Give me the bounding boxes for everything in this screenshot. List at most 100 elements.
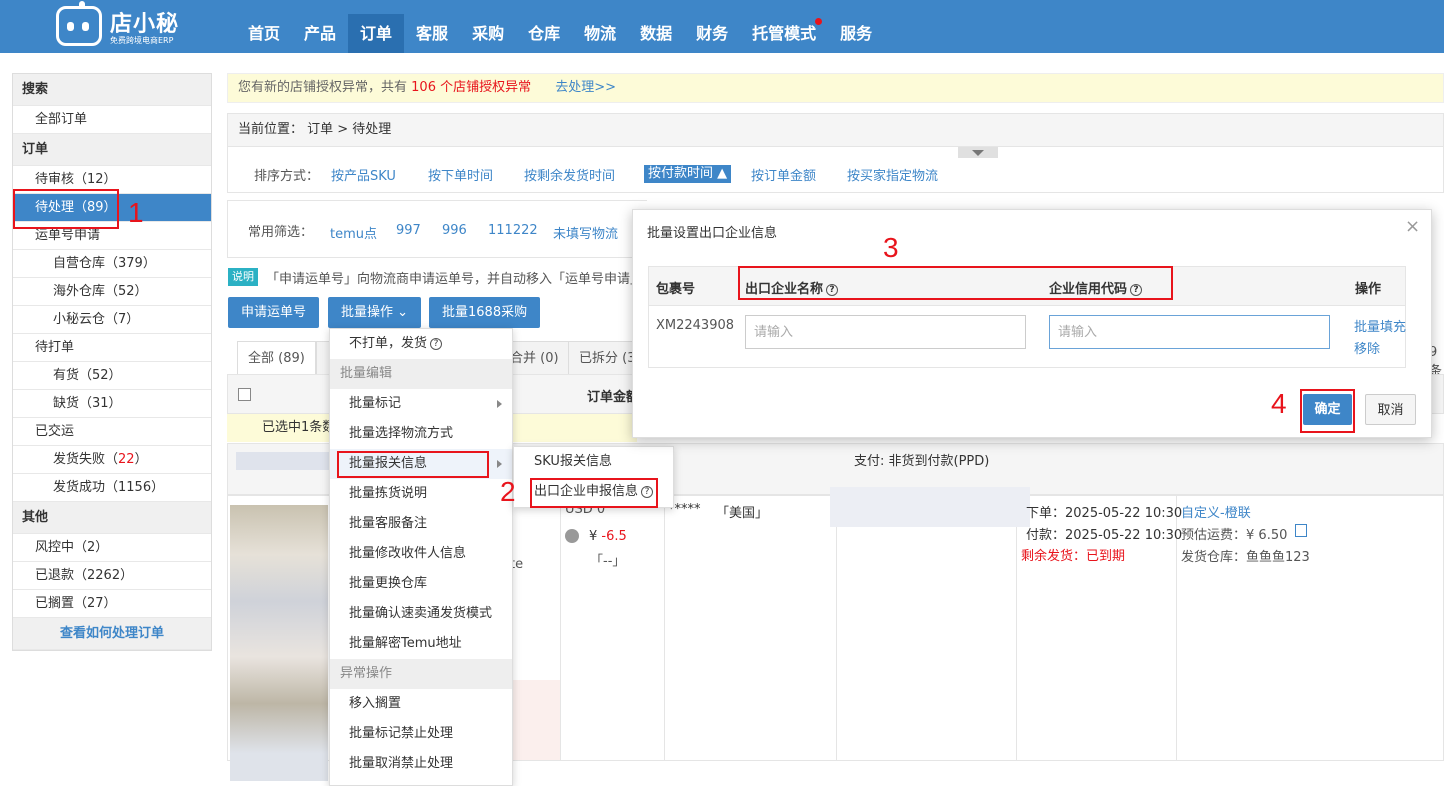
- company-name-input[interactable]: [745, 315, 1026, 349]
- submenu-sku-customs[interactable]: SKU报关信息: [514, 447, 673, 477]
- menu-item-batch-cs-note[interactable]: 批量客服备注: [330, 509, 512, 539]
- sidebar-item-ship-success[interactable]: 发货成功（1156）: [13, 474, 211, 502]
- caret-right-icon: [497, 460, 502, 468]
- sidebar-item-count: （31）: [79, 396, 122, 411]
- app-logo[interactable]: 店小秘 免费跨境电商ERP: [56, 1, 216, 48]
- menu-item-batch-unforbid[interactable]: 批量取消禁止处理: [330, 749, 512, 779]
- sidebar: 搜索 全部订单 订单 待审核（12） 待处理（89） 运单号申请 自营仓库（37…: [12, 73, 212, 651]
- close-icon[interactable]: ×: [1405, 216, 1420, 237]
- fee-amount: -6.5: [601, 529, 627, 544]
- nav-purchase[interactable]: 采购: [460, 14, 516, 53]
- sidebar-item-count: （27）: [74, 596, 117, 611]
- logo-subtitle: 免费跨境电商ERP: [110, 36, 174, 45]
- menu-item-batch-decrypt[interactable]: 批量解密Temu地址: [330, 629, 512, 659]
- sidebar-header-other: 其他: [13, 502, 211, 534]
- buyer-country: 「美国」: [716, 506, 769, 521]
- freight-value: ¥ 6.50: [1246, 528, 1288, 543]
- nav-managed-mode[interactable]: 托管模式: [740, 14, 828, 53]
- batch-1688-purchase-button[interactable]: 批量1688采购: [429, 297, 541, 328]
- sort-label: 排序方式：: [254, 169, 320, 184]
- breadcrumb: 当前位置： 订单 > 待处理: [227, 113, 1444, 147]
- sidebar-item-all-orders[interactable]: 全部订单: [13, 106, 211, 134]
- batch-fill-link[interactable]: 批量填充: [1354, 316, 1406, 335]
- sidebar-item-overseas-warehouse[interactable]: 海外仓库（52）: [13, 278, 211, 306]
- remove-link[interactable]: 移除: [1354, 338, 1380, 357]
- sidebar-item-own-warehouse[interactable]: 自营仓库（379）: [13, 250, 211, 278]
- sidebar-item-ship-failed[interactable]: 发货失败（22）: [13, 446, 211, 474]
- filter-temu[interactable]: temu点: [330, 223, 377, 242]
- nav-logistics[interactable]: 物流: [572, 14, 628, 53]
- nav-warehouse[interactable]: 仓库: [516, 14, 572, 53]
- sort-by-pay-time[interactable]: 按付款时间 ▲: [644, 165, 732, 183]
- sidebar-item-shelved[interactable]: 已搁置（27）: [13, 590, 211, 618]
- fee-value: ¥ -6.5: [589, 529, 627, 544]
- menu-item-batch-logistics[interactable]: 批量选择物流方式: [330, 419, 512, 449]
- sidebar-item-label: 小秘云仓: [53, 312, 106, 327]
- sidebar-item-count: （52）: [79, 368, 122, 383]
- batch-operations-button[interactable]: 批量操作 ⌄: [328, 297, 422, 328]
- pay-time-value: 2025-05-22 10:30: [1065, 528, 1183, 543]
- apply-waybill-button[interactable]: 申请运单号: [228, 297, 320, 328]
- batch-operations-label: 批量操作: [341, 305, 394, 320]
- menu-item-batch-express[interactable]: 批量确认速卖通发货模式: [330, 599, 512, 629]
- logistics-link[interactable]: 自定义-橙联: [1181, 502, 1251, 521]
- nav-customer-service[interactable]: 客服: [404, 14, 460, 53]
- nav-orders[interactable]: 订单: [348, 14, 405, 53]
- sidebar-item-label: 风控中: [35, 540, 75, 555]
- product-image-blurred: [230, 505, 328, 781]
- nav-products[interactable]: 产品: [292, 14, 348, 53]
- sidebar-item-to-print[interactable]: 待打单: [13, 334, 211, 362]
- menu-item-label: 批量标记: [349, 396, 402, 411]
- menu-item-batch-mark[interactable]: 批量标记: [330, 389, 512, 419]
- sidebar-item-count: （379）: [105, 256, 156, 271]
- tab-all[interactable]: 全部 (89): [237, 341, 316, 375]
- menu-item-no-print-ship[interactable]: 不打单，发货?: [330, 329, 512, 359]
- sidebar-item-refunded[interactable]: 已退款（2262）: [13, 562, 211, 590]
- sort-by-remaining-ship-time[interactable]: 按剩余发货时间: [524, 165, 615, 184]
- annotation-box-3: [738, 266, 1173, 300]
- credit-code-input[interactable]: [1049, 315, 1330, 349]
- sidebar-item-out-stock[interactable]: 缺货（31）: [13, 390, 211, 418]
- col-package: 包裹号: [656, 282, 696, 297]
- sidebar-item-shipped[interactable]: 已交运: [13, 418, 211, 446]
- menu-item-batch-pick-note[interactable]: 批量拣货说明: [330, 479, 512, 509]
- ship-warehouse: 发货仓库：鱼鱼鱼123: [1181, 546, 1310, 565]
- sidebar-header-orders: 订单: [13, 134, 211, 166]
- nav-managed-mode-label: 托管模式: [752, 24, 817, 43]
- filter-996[interactable]: 996: [442, 223, 467, 238]
- top-nav-bar: 店小秘 免费跨境电商ERP 首页 产品 订单 客服 采购 仓库 物流 数据 财务…: [0, 0, 1444, 53]
- menu-item-batch-forbid[interactable]: 批量标记禁止处理: [330, 719, 512, 749]
- order-time-value: 2025-05-22 10:30: [1065, 506, 1183, 521]
- sort-by-amount[interactable]: 按订单金额: [751, 165, 816, 184]
- nav-finance[interactable]: 财务: [684, 14, 740, 53]
- sidebar-item-xiaomi-cloud[interactable]: 小秘云仓（7）: [13, 306, 211, 334]
- notice-action-link[interactable]: 去处理>>: [555, 80, 616, 95]
- sidebar-header-search: 搜索: [13, 74, 211, 106]
- filter-997[interactable]: 997: [396, 223, 421, 238]
- coin-icon: [565, 529, 579, 543]
- pay-time-label: 付款：: [1026, 528, 1066, 543]
- nav-data[interactable]: 数据: [628, 14, 684, 53]
- notification-dot: [815, 18, 823, 25]
- select-all-checkbox[interactable]: [238, 388, 251, 401]
- menu-item-batch-receiver[interactable]: 批量修改收件人信息: [330, 539, 512, 569]
- annotation-box-1: [13, 189, 119, 229]
- sidebar-item-risk-control[interactable]: 风控中（2）: [13, 534, 211, 562]
- nav-services[interactable]: 服务: [828, 14, 884, 53]
- menu-item-batch-warehouse[interactable]: 批量更换仓库: [330, 569, 512, 599]
- sort-by-order-time[interactable]: 按下单时间: [428, 165, 493, 184]
- tip-text: 「申请运单号」向物流商申请运单号，并自动移入「运单号申请」: [266, 272, 644, 287]
- sort-by-sku[interactable]: 按产品SKU: [331, 165, 396, 184]
- howto-link[interactable]: 查看如何处理订单: [13, 618, 211, 650]
- calculator-icon[interactable]: [1295, 524, 1307, 537]
- column-divider: [1016, 495, 1017, 761]
- filter-111222[interactable]: 111222: [488, 223, 538, 238]
- menu-item-move-shelve[interactable]: 移入搁置: [330, 689, 512, 719]
- sort-by-buyer-logistics[interactable]: 按买家指定物流: [847, 165, 938, 184]
- cancel-button[interactable]: 取消: [1365, 394, 1416, 425]
- filter-no-logistics[interactable]: 未填写物流: [553, 223, 618, 242]
- nav-home[interactable]: 首页: [236, 14, 292, 53]
- sidebar-item-in-stock[interactable]: 有货（52）: [13, 362, 211, 390]
- robot-logo-icon: [56, 1, 102, 46]
- tab-hidden[interactable]: [316, 341, 330, 375]
